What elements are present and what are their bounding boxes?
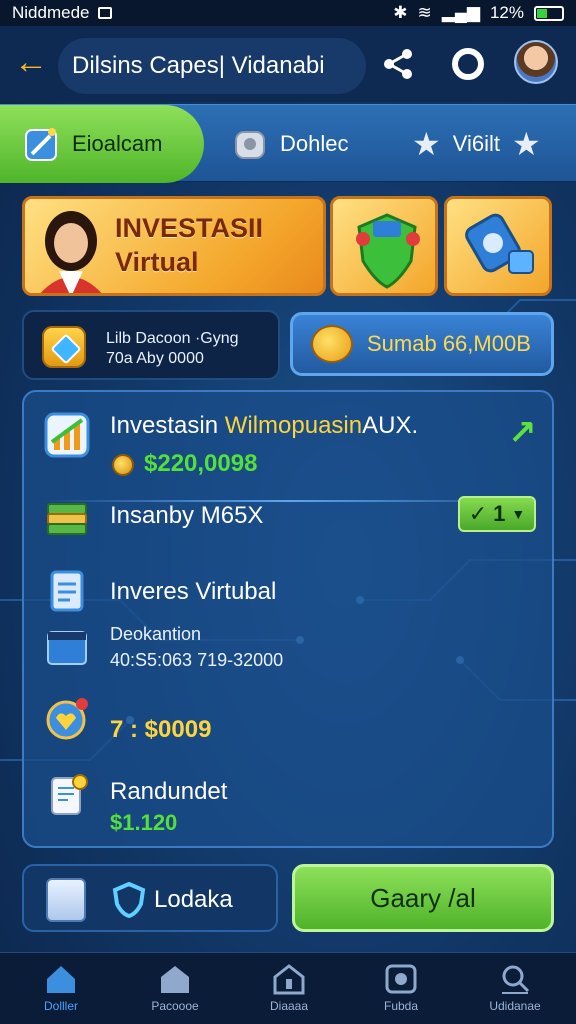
tab-label: Vi6ilt [452, 131, 500, 156]
shield-outline-icon [112, 882, 146, 918]
wifi-icon: ≋ [417, 3, 432, 22]
nav-label: Dolller [43, 999, 78, 1013]
star-icon: ★ [511, 126, 541, 162]
document-edit-icon [50, 570, 84, 612]
battery-percent: 12% [489, 3, 524, 22]
nav-item-udidanae[interactable]: Udidanae [470, 963, 560, 1023]
primary-action-label: Gaary /al [370, 882, 476, 913]
tab-bar: Eioalcam Dohlec ★ Vi6ilt ★ [0, 104, 576, 183]
gadget-icon [465, 213, 534, 274]
primary-action-button[interactable]: Gaary /al [292, 864, 554, 932]
nav-label: Pacoooe [151, 999, 199, 1013]
investment-panel: Investasin WilmopuasinAUX. ↗ $220,0098 I… [22, 390, 554, 848]
clipboard-icon [46, 878, 86, 922]
gift-heart-icon [46, 698, 88, 740]
header-title-box: Dilsins Capes| Vidanabi [58, 38, 366, 94]
back-arrow-icon[interactable]: ← [14, 45, 50, 82]
tab-label: Eioalcam [72, 131, 163, 156]
coin-stack-icon [311, 325, 353, 363]
item5-title: Randundet [110, 778, 228, 805]
item1-title-gold: Wilmopuasin [224, 412, 363, 439]
tab-dohlec[interactable]: Dohlec [232, 105, 348, 183]
item3-sub-label: Deokantion [110, 624, 202, 644]
coin-icon [112, 454, 134, 476]
tab-vi6ilt[interactable]: ★ Vi6ilt ★ [412, 105, 541, 183]
lodaka-label: Lodaka [154, 886, 233, 913]
balance-label: Lilb Dacoon ·Gyng [106, 330, 239, 347]
shield-card[interactable] [330, 196, 438, 296]
clipboard-coin-icon [51, 774, 88, 815]
item5-amount: $1.120 [110, 810, 178, 835]
promo-text: INVESTASII Virtual [115, 211, 263, 279]
quantity-value: 1 [493, 501, 506, 526]
balance-box: Lilb Dacoon ·Gyng 70a Aby 0000 [22, 310, 280, 380]
screen-icon [47, 631, 87, 665]
nav-item-dolller[interactable]: Dolller [16, 963, 106, 1023]
item3-title: Inveres Virtubal [110, 578, 277, 605]
wallet-icon [42, 326, 86, 368]
home-icon [47, 966, 75, 993]
promo-banner[interactable]: INVESTASII Virtual [22, 196, 326, 296]
nav-label: Diaaaa [269, 999, 309, 1013]
tab-eioalcam[interactable]: Eioalcam [0, 105, 204, 183]
bluetooth-icon: ✱ [393, 3, 408, 22]
battery-icon [534, 5, 564, 21]
check-icon: ✓ [468, 501, 488, 526]
edit-badge-icon [25, 128, 57, 161]
trophy-icon: ★ [412, 126, 441, 162]
lodaka-button[interactable]: Lodaka [22, 864, 278, 932]
sumab-label: Sumab 66,M00B [367, 331, 531, 356]
page-title: Dilsins Capes| Vidanabi [72, 52, 325, 79]
item1-title: Investasin WilmopuasinAUX. [110, 412, 418, 440]
status-bar: Niddmede ✱ ≋ ▂▄▆ 12% [0, 0, 576, 26]
gamepad-icon [385, 964, 417, 994]
item1-arrow-icon[interactable]: ↗ [508, 416, 537, 450]
house-outline-icon [273, 964, 305, 995]
cash-stack-icon [47, 503, 87, 535]
nav-item-fubda[interactable]: Fubda [356, 963, 446, 1023]
item4-amount: 7 : $0009 [110, 716, 212, 743]
item1-amount: $220,0098 [144, 450, 258, 477]
item1-title-end: AUX. [362, 412, 419, 439]
item2-title: Insanby M65X [110, 502, 264, 529]
sumab-button[interactable]: Sumab 66,M00B [290, 312, 554, 376]
bottom-nav: Dolller Pacoooe Diaaaa Fubda Udidanae [0, 952, 576, 1024]
person-illustration [40, 211, 102, 293]
item3-sub-value: 40:S5:063 719-32000 [110, 650, 284, 670]
signal-icon: ▂▄▆ [441, 3, 480, 22]
chart-up-icon [44, 412, 90, 458]
balance-value: 70a Aby 0000 [106, 350, 204, 367]
settings-ring-icon[interactable] [450, 46, 486, 82]
quantity-select[interactable]: ✓ 1 ▼ [458, 496, 536, 532]
search-icon [502, 965, 530, 994]
promo-line1: INVESTASII [115, 213, 264, 243]
chevron-down-icon: ▼ [511, 506, 526, 522]
tab-label: Dohlec [280, 131, 349, 156]
promo-line2: Virtual [115, 247, 199, 277]
nav-item-diaaaa[interactable]: Diaaaa [244, 963, 334, 1023]
app-header: ← Dilsins Capes| Vidanabi [0, 26, 576, 102]
share-icon[interactable] [380, 46, 416, 82]
item1-title-plain: Investasin [110, 412, 219, 439]
nav-item-pacoooe[interactable]: Pacoooe [130, 963, 220, 1023]
avatar[interactable] [514, 40, 558, 84]
robot-icon [235, 131, 265, 159]
nav-label: Udidanae [489, 999, 541, 1013]
status-left-text: Niddmede [12, 3, 90, 22]
store-icon [161, 966, 189, 993]
gadget-card[interactable] [444, 196, 552, 296]
nav-label: Fubda [383, 999, 419, 1013]
notification-icon [97, 7, 112, 19]
shield-icon [356, 213, 420, 289]
